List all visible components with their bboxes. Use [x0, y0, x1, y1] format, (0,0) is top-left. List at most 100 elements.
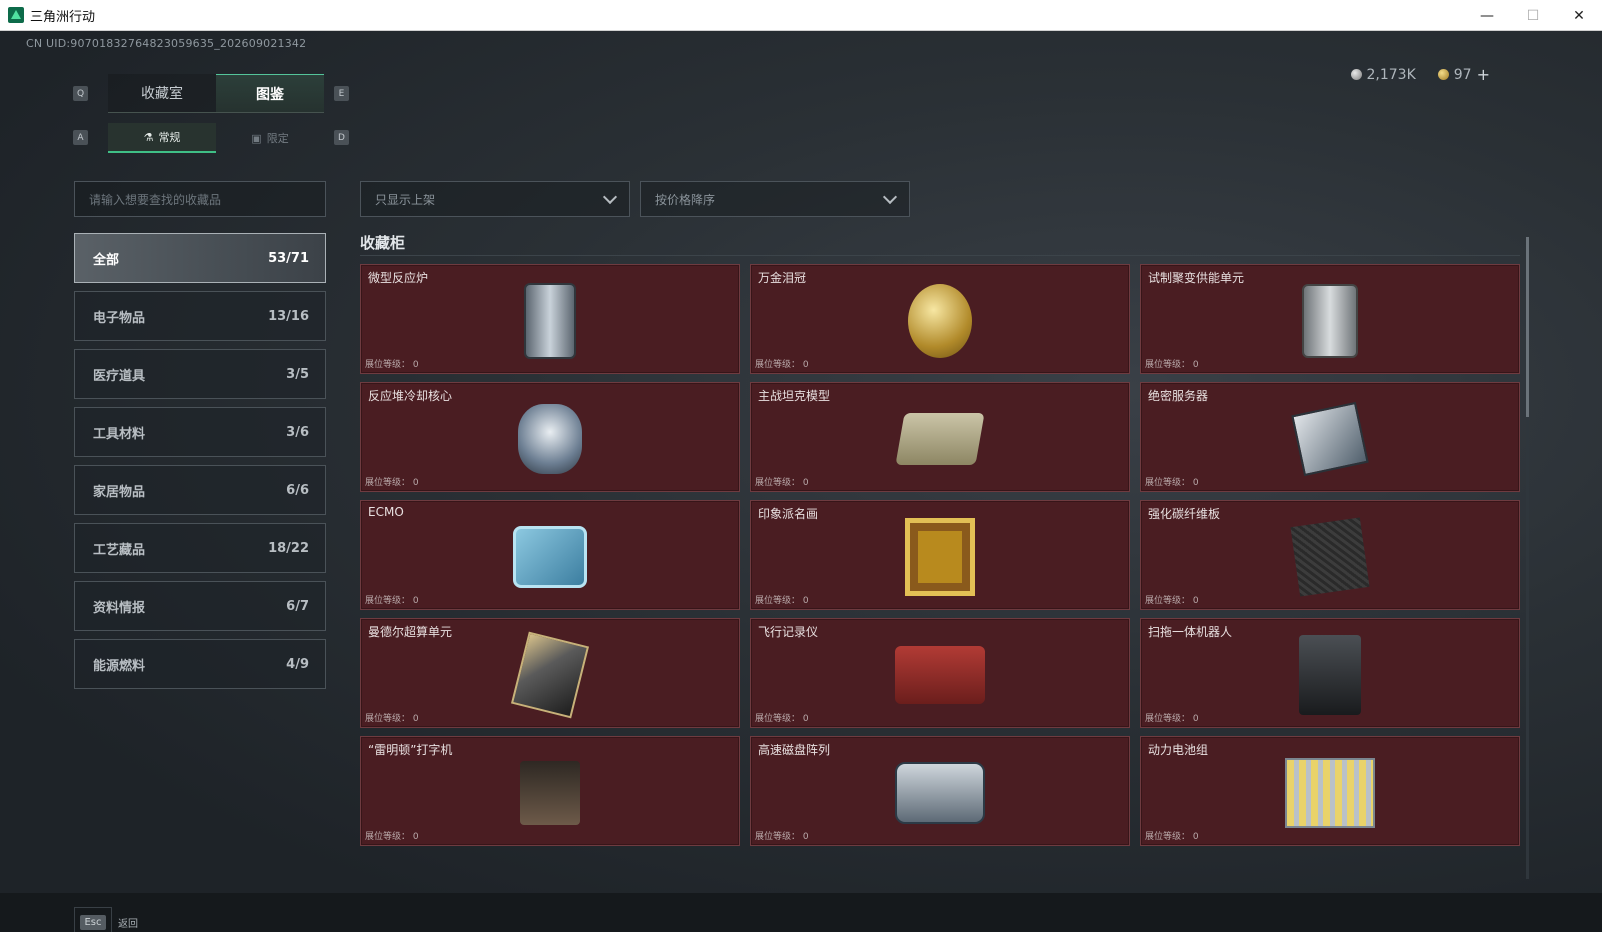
- subtab-limited[interactable]: ▣ 限定: [216, 123, 324, 153]
- currency-bar: 2,173K 97 +: [1350, 65, 1490, 84]
- key-hint-a: A: [73, 130, 88, 145]
- collection-card[interactable]: 高速磁盘阵列 展位等级： 0: [750, 736, 1130, 846]
- game-area: CN UID:9070183276482305963​5_20260902134…: [0, 31, 1602, 932]
- category-label: 医疗道具: [93, 368, 146, 384]
- collection-card[interactable]: 动力电池组 展位等级： 0: [1140, 736, 1520, 846]
- collection-card[interactable]: 扫拖一体机器人 展位等级： 0: [1140, 618, 1520, 728]
- frame-icon: ▣: [251, 131, 262, 145]
- item-image: [895, 515, 985, 599]
- item-display-level: 展位等级： 0: [1145, 714, 1199, 724]
- app-logo-icon: [8, 7, 24, 23]
- category-medical[interactable]: 医疗道具 3/5: [74, 349, 326, 399]
- shelf-filter-dropdown[interactable]: 只显示上架: [360, 181, 630, 217]
- item-image: [895, 397, 985, 481]
- collection-card[interactable]: 绝密服务器展位等级： 0: [1140, 382, 1520, 492]
- item-name: 飞行记录仪: [758, 625, 819, 639]
- scrollbar-thumb[interactable]: [1526, 237, 1529, 417]
- key-hint-d: D: [334, 130, 349, 145]
- tab-collection-room[interactable]: 收藏室: [108, 74, 216, 112]
- item-name: 印象派名画: [758, 507, 819, 521]
- item-name: ECMO: [368, 505, 404, 519]
- category-electronics[interactable]: 电子物品 13/16: [74, 291, 326, 341]
- subtab-regular[interactable]: ⚗ 常规: [108, 123, 216, 153]
- item-display-level: 展位等级： 0: [755, 832, 809, 842]
- category-tools[interactable]: 工具材料 3/6: [74, 407, 326, 457]
- collection-card[interactable]: 强化碳纤维板 展位等级： 0: [1140, 500, 1520, 610]
- subtab-limited-label: 限定: [266, 132, 289, 145]
- item-image: [1285, 279, 1375, 363]
- collection-card[interactable]: 反应堆冷却核心 展位等级： 0: [360, 382, 740, 492]
- esc-key-badge: Esc: [74, 907, 112, 932]
- key-hint-e: E: [334, 86, 349, 101]
- flask-icon: ⚗: [143, 130, 154, 144]
- main-tabs: 收藏室 图鉴: [108, 74, 324, 112]
- category-crafts[interactable]: 工艺藏品 18/22: [74, 523, 326, 573]
- back-label: 返回: [118, 918, 138, 930]
- item-image: [1285, 397, 1375, 481]
- sort-dropdown[interactable]: 按价格降序: [640, 181, 910, 217]
- recorder-icon: [895, 646, 985, 704]
- category-count: 6/7: [286, 598, 309, 614]
- close-button[interactable]: ✕: [1556, 0, 1602, 31]
- tab-divider: [108, 112, 324, 113]
- disk-icon: [895, 762, 985, 824]
- item-image: [895, 279, 985, 363]
- item-display-level: 展位等级： 0: [1145, 478, 1199, 488]
- item-name: 绝密服务器: [1148, 389, 1209, 403]
- silver-coin-icon: [1350, 69, 1362, 80]
- core-icon: [518, 404, 582, 474]
- silver-currency: 2,173K: [1350, 66, 1416, 83]
- category-household[interactable]: 家居物品 6/6: [74, 465, 326, 515]
- gold-coin-icon: [1437, 69, 1449, 80]
- item-name: 强化碳纤维板: [1148, 507, 1221, 521]
- item-name: 反应堆冷却核心: [368, 389, 453, 403]
- collection-card[interactable]: “雷明顿”打字机 展位等级： 0: [360, 736, 740, 846]
- item-display-level: 展位等级： 0: [755, 714, 809, 724]
- category-count: 13/16: [268, 308, 309, 324]
- collection-card[interactable]: ECMO 展位等级： 0: [360, 500, 740, 610]
- category-label: 能源燃料: [93, 658, 146, 674]
- collection-card[interactable]: 万金泪冠 展位等级： 0: [750, 264, 1130, 374]
- sort-value: 按价格降序: [655, 192, 716, 207]
- collection-card[interactable]: 微型反应炉展位等级： 0: [360, 264, 740, 374]
- window-title: 三角洲行动: [30, 9, 96, 25]
- tank-icon: [895, 413, 985, 465]
- egg-icon: [908, 284, 972, 358]
- collection-card[interactable]: 印象派名画 展位等级： 0: [750, 500, 1130, 610]
- collection-grid-viewport: 微型反应炉 展位等级： 0 万金泪冠 展位等级： 0 试制聚变供能单元 展位等级： 0 反应…: [360, 264, 1520, 879]
- ecmo-icon: [513, 526, 587, 588]
- esc-key-label: Esc: [80, 914, 106, 930]
- battery-icon: [1285, 758, 1375, 828]
- collection-card[interactable]: 曼德尔超算单元 展位等级： 0: [360, 618, 740, 728]
- chip-icon: [510, 631, 590, 719]
- section-divider: [360, 255, 1520, 256]
- unit-icon: [1302, 284, 1358, 358]
- collection-card[interactable]: 飞行记录仪展位等级： 0: [750, 618, 1130, 728]
- category-intel[interactable]: 资料情报 6/7: [74, 581, 326, 631]
- category-energy[interactable]: 能源燃料 4/9: [74, 639, 326, 689]
- item-name: 曼德尔超算单元: [368, 625, 453, 639]
- item-name: 万金泪冠: [758, 271, 807, 285]
- chevron-down-icon: [882, 189, 898, 204]
- item-name: 微型反应炉: [368, 271, 429, 285]
- add-currency-button[interactable]: +: [1477, 65, 1490, 84]
- uid-label: CN UID:9070183276482305963​5_20260902134…: [26, 37, 307, 50]
- grid-scrollbar[interactable]: [1526, 237, 1529, 879]
- item-name: 试制聚变供能单元: [1148, 271, 1245, 285]
- category-all[interactable]: 全部 53/71: [74, 233, 326, 283]
- item-image: [505, 631, 595, 719]
- item-image: [1285, 515, 1375, 599]
- maximize-button[interactable]: ☐: [1510, 0, 1556, 31]
- category-label: 家居物品: [93, 484, 146, 500]
- collection-card[interactable]: 主战坦克模型 展位等级： 0: [750, 382, 1130, 492]
- silver-amount: 2,173K: [1366, 66, 1416, 83]
- search-input[interactable]: 请输入想要查找的收藏品: [74, 181, 326, 217]
- bottom-bar: [0, 893, 1602, 932]
- back-button[interactable]: Esc 返回: [74, 907, 138, 932]
- collection-card[interactable]: 试制聚变供能单元 展位等级： 0: [1140, 264, 1520, 374]
- tab-catalog[interactable]: 图鉴: [216, 74, 324, 112]
- minimize-button[interactable]: —: [1464, 0, 1510, 31]
- item-display-level: 展位等级： 0: [365, 360, 419, 370]
- sub-tabs: ⚗ 常规 ▣ 限定: [108, 123, 324, 153]
- gold-currency: 97 +: [1437, 65, 1490, 84]
